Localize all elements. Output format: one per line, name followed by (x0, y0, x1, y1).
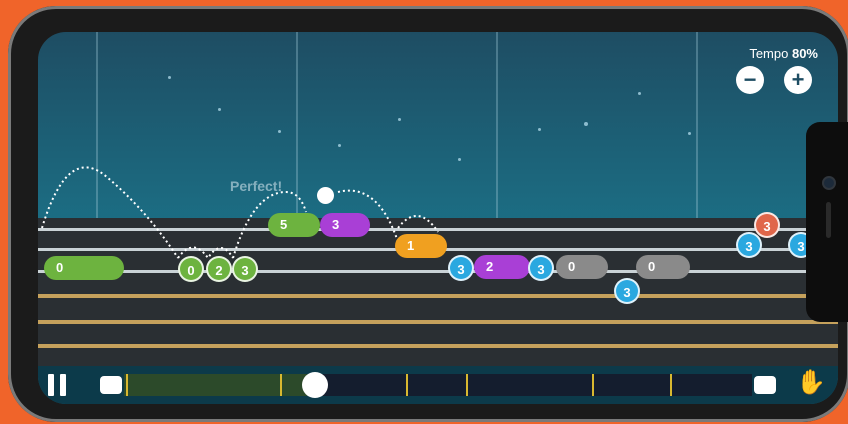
tempo-value: 80% (791, 46, 818, 61)
pause-icon (48, 374, 54, 396)
note-green: 5 (268, 213, 320, 237)
camera-icon (822, 176, 836, 190)
section-marker (126, 374, 128, 396)
note-green: 3 (232, 256, 258, 282)
loop-start-icon[interactable] (100, 376, 122, 394)
section-marker (592, 374, 594, 396)
note-red: 3 (754, 212, 780, 238)
bounce-path (41, 166, 439, 260)
note-gray: 0 (636, 255, 690, 279)
section-marker (670, 374, 672, 396)
song-progress-thumb[interactable] (302, 372, 328, 398)
pause-button[interactable] (48, 374, 68, 396)
song-progress-fill (124, 374, 319, 396)
tempo-increase-button[interactable]: + (784, 66, 812, 94)
note-green: 2 (206, 256, 232, 282)
note-blue: 3 (736, 232, 762, 258)
loop-end-icon[interactable] (754, 376, 776, 394)
phone-frame: Perfect! 0 0 2 3 5 3 1 3 2 3 0 3 0 3 3 3… (8, 6, 848, 422)
feedback-text: Perfect! (230, 178, 283, 194)
minus-icon: − (743, 67, 757, 92)
plus-icon: + (791, 67, 805, 92)
note-blue: 3 (448, 255, 474, 281)
song-progress-track[interactable] (124, 374, 752, 396)
note-orange: 1 (395, 234, 447, 258)
note-green: 0 (44, 256, 124, 280)
note-green: 0 (178, 256, 204, 282)
speaker-grille (826, 202, 831, 238)
tempo-decrease-button[interactable]: − (736, 66, 764, 94)
note-gray: 0 (556, 255, 608, 279)
section-marker (466, 374, 468, 396)
note-blue: 3 (614, 278, 640, 304)
bouncing-ball (317, 187, 334, 204)
tempo-readout: Tempo 80% (749, 46, 818, 61)
tempo-label: Tempo (749, 46, 789, 61)
section-marker (406, 374, 408, 396)
note-purple: 2 (474, 255, 530, 279)
section-marker (280, 374, 282, 396)
note-blue: 3 (528, 255, 554, 281)
note-purple: 3 (320, 213, 370, 237)
game-screen: Perfect! 0 0 2 3 5 3 1 3 2 3 0 3 0 3 3 3… (38, 32, 838, 404)
hand-icon[interactable]: ✋ (796, 368, 826, 397)
